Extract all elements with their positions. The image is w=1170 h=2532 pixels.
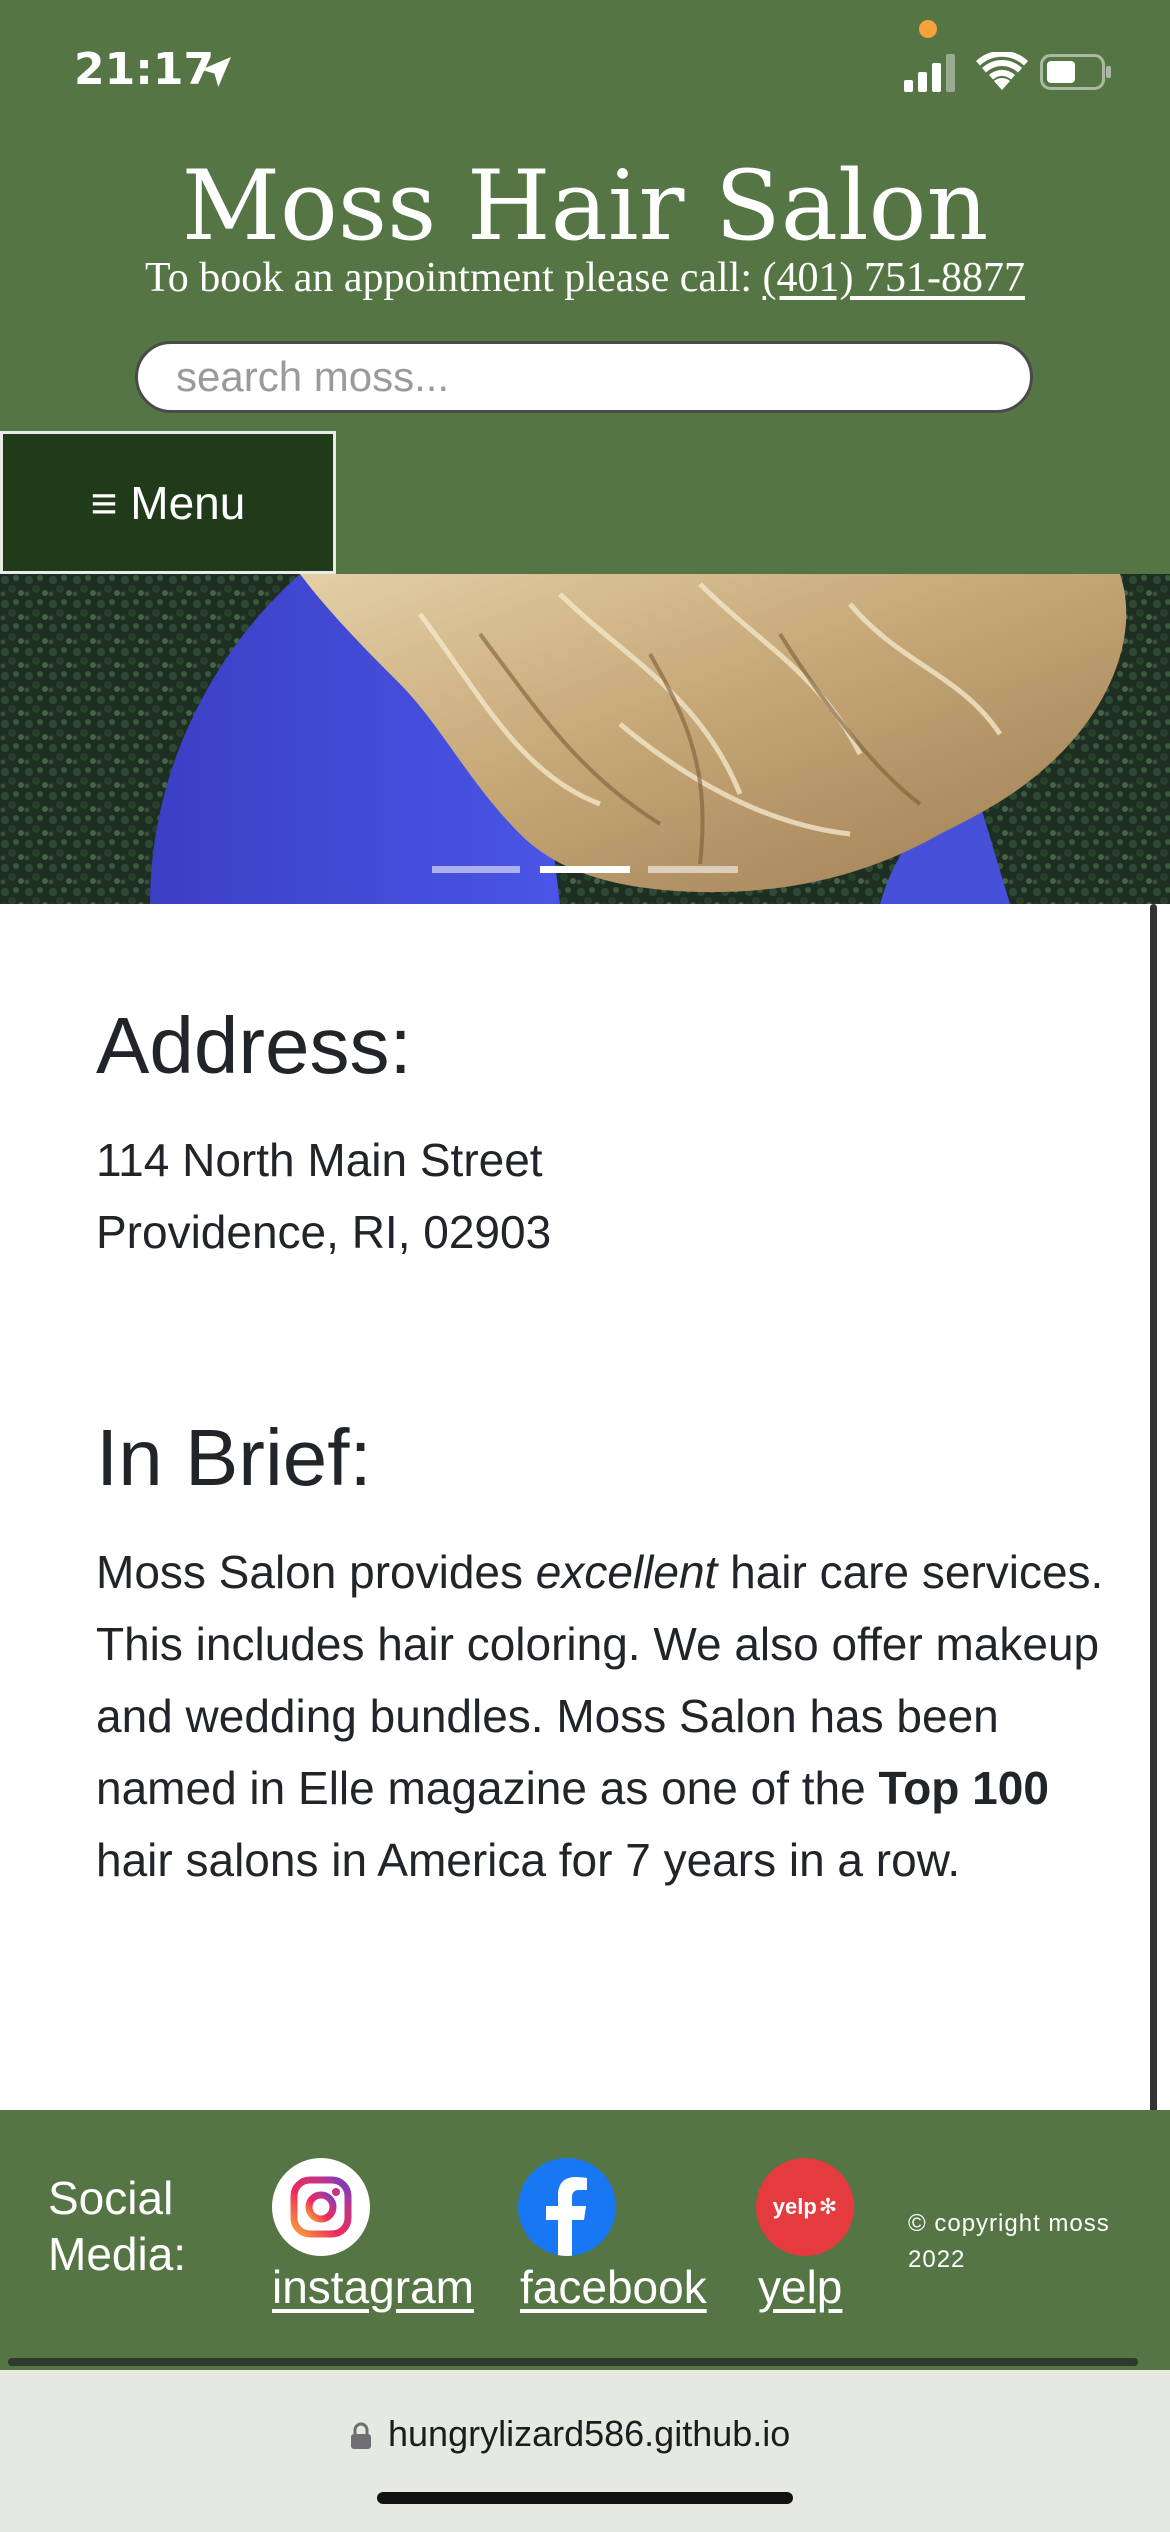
address-line-2: Providence, RI, 02903: [96, 1206, 552, 1258]
yelp-logo-text: yelp: [772, 2194, 817, 2219]
carousel-indicator-1[interactable]: [432, 866, 520, 873]
address-heading: Address:: [96, 1001, 412, 1090]
wifi-icon: [976, 52, 1028, 90]
cellular-signal-icon: [904, 54, 955, 92]
phone-link[interactable]: (401) 751-8877: [763, 255, 1025, 301]
social-media-label: Social Media:: [48, 2170, 186, 2282]
brief-strong: Top 100: [878, 1762, 1049, 1814]
brief-paragraph: Moss Salon provides excellent hair care …: [96, 1536, 1126, 1896]
copyright-line-1: © copyright moss: [908, 2210, 1110, 2237]
browser-url[interactable]: hungrylizard586.github.io: [388, 2410, 790, 2458]
battery-icon: [1040, 54, 1111, 90]
privacy-indicator-dot: [919, 20, 937, 38]
status-time: 21:17: [74, 44, 215, 95]
facebook-link[interactable]: facebook: [520, 2260, 707, 2314]
brief-heading: In Brief:: [96, 1413, 372, 1502]
social-label-line-1: Social: [48, 2172, 174, 2224]
home-indicator[interactable]: [377, 2492, 793, 2504]
site-title: Moss Hair Salon: [181, 150, 989, 262]
location-arrow-icon: [201, 57, 231, 87]
yelp-icon[interactable]: yelp ✻: [756, 2158, 854, 2256]
social-label-line-2: Media:: [48, 2228, 187, 2280]
booking-info: To book an appointment please call: (401…: [0, 252, 1170, 304]
search-input[interactable]: [135, 341, 1033, 413]
footer-divider: [8, 2358, 1138, 2366]
lock-icon: [351, 2422, 371, 2449]
copyright-line-2: 2022: [908, 2246, 966, 2273]
booking-text: To book an appointment please call:: [144, 255, 763, 301]
facebook-icon[interactable]: [518, 2158, 616, 2256]
brief-text-3: hair salons in America for 7 years in a …: [96, 1834, 961, 1886]
yelp-burst-icon: ✻: [818, 2194, 838, 2220]
menu-button[interactable]: ≡ Menu: [0, 431, 336, 574]
address-line-1: 114 North Main Street: [96, 1134, 543, 1186]
instagram-link[interactable]: instagram: [272, 2260, 474, 2314]
brief-text-1: Moss Salon provides: [96, 1546, 536, 1598]
copyright: © copyright moss 2022: [908, 2206, 1128, 2278]
address-block: 114 North Main Street Providence, RI, 02…: [96, 1124, 1096, 1268]
yelp-link[interactable]: yelp: [758, 2260, 842, 2314]
carousel-indicator-2[interactable]: [540, 866, 630, 873]
instagram-icon[interactable]: [272, 2158, 370, 2256]
carousel-indicator-3[interactable]: [648, 866, 738, 873]
brief-emphasis: excellent: [535, 1546, 718, 1598]
hero-carousel-image: [0, 574, 1170, 904]
